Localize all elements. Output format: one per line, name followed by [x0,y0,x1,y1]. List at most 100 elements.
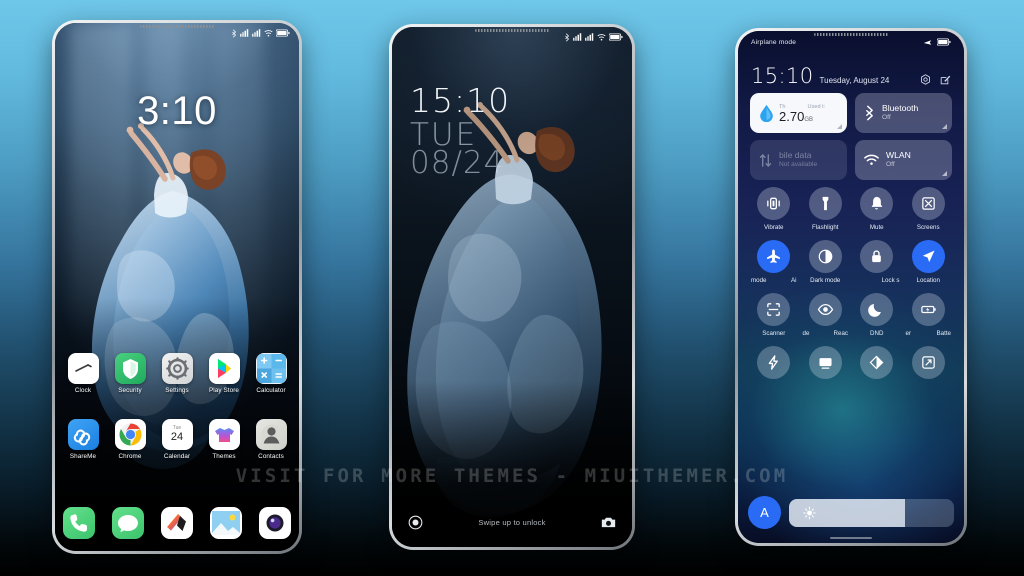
airplane-icon [923,39,932,45]
toggle-label-part-1: de [802,330,810,337]
calendar-icon: Tue 24 [161,419,193,450]
toggle-label-reading: de Reac [800,330,852,337]
toggle-label: Mute [869,224,884,231]
shareme-icon [67,419,99,450]
brightness-slider[interactable] [789,498,954,527]
cc-card-mobile-data[interactable]: bile data Not available [750,140,847,180]
themes-icon [208,419,240,450]
toggle-label-lock: Lock s [851,277,903,284]
toggle-battery-saver[interactable]: er Batte [903,293,955,337]
data-transfer-icon [759,153,772,167]
app-themes[interactable]: Themes [204,419,244,460]
half-tone-icon [860,346,894,379]
toggle-dark-mode[interactable]: Dark mode [800,240,852,284]
toggle-label-part-2: Reac [833,330,848,337]
camera-icon[interactable] [601,516,616,529]
contacts-icon [255,419,287,450]
cc-cards: Th Used t: 2.70GB Bluetooth Off bile dat… [750,93,952,180]
phone-home-screen: 3:10 Clock Security Settings Play Store … [52,20,302,554]
bluetooth-icon [232,28,236,38]
calculator-icon [255,353,287,384]
cc-card-title: bile data [779,150,812,161]
lock-date: 08/24 [410,145,505,181]
app-chrome[interactable]: Chrome [110,419,150,460]
expand-icon [911,346,945,379]
app-security[interactable]: Security [110,353,150,394]
flashlight-icon [808,187,842,220]
app-grid-row-2: ShareMe Chrome Tue 24 Calendar Themes Co… [63,419,291,460]
app-contacts[interactable]: Contacts [251,419,291,460]
app-calendar[interactable]: Tue 24 Calendar [157,419,197,460]
cc-card-data-usage[interactable]: Th Used t: 2.70GB [750,93,847,133]
lock-icon [860,240,894,273]
signal-icon [252,29,261,37]
data-usage-small-right: Used t: [807,103,826,110]
app-settings[interactable]: Settings [157,353,197,394]
app-calculator[interactable]: Calculator [251,353,291,394]
toggle-quick-action-cast[interactable] [800,346,852,383]
app-shareme[interactable]: ShareMe [63,419,103,460]
toggle-quick-action-halftone[interactable] [851,346,903,383]
phone-icon[interactable] [63,507,95,539]
notes-icon[interactable] [161,507,193,539]
toggle-quick-action-expand[interactable] [903,346,955,383]
toggle-mute[interactable]: Mute [851,187,903,231]
app-label: Settings [165,387,189,394]
lightning-icon [757,346,791,379]
shield-icon [114,353,146,384]
app-label: Calendar [163,453,191,460]
bluetooth-icon [565,32,569,42]
screenshot-icon [911,187,945,220]
app-clock[interactable]: Clock [63,353,103,394]
app-label: Contacts [258,453,284,460]
signal-icon [573,33,582,41]
toggle-lock-screen[interactable]: Lock s [851,240,903,284]
toggle-label-part-2: Ai [790,277,797,284]
cc-card-bluetooth[interactable]: Bluetooth Off [855,93,952,133]
gallery-icon[interactable] [210,507,242,539]
messages-icon[interactable] [112,507,144,539]
expand-corner-icon[interactable] [942,124,947,129]
app-label: Calculator [256,387,286,394]
cc-time: 15:10 [751,64,814,88]
app-label: Themes [212,453,236,460]
toggle-vibrate[interactable]: Vibrate [748,187,800,231]
settings-gear-icon[interactable] [920,74,931,85]
home-clock: 3:10 [137,89,217,133]
toggle-scanner[interactable]: Scanner [748,293,800,337]
edit-icon[interactable] [940,74,951,85]
water-drop-icon [760,104,773,122]
toggle-location[interactable]: Location [903,240,955,284]
signal-icon [585,33,594,41]
camera-icon[interactable] [259,507,291,539]
home-indicator[interactable] [830,536,872,539]
battery-saver-icon [911,293,945,326]
toggle-label-battery: er Batte [903,330,955,337]
toggle-flashlight[interactable]: Flashlight [800,187,852,231]
app-play-store[interactable]: Play Store [204,353,244,394]
phone-lock-screen: 15:10 TUE 08/24 Swipe up to unlock [389,24,635,550]
phone-cc-display: Airplane mode 15:10 Tuesday, August 24 T… [738,31,964,543]
expand-corner-icon[interactable] [837,124,842,129]
toggle-label-part-2: Batte [936,330,951,337]
record-circle-icon[interactable] [408,515,423,530]
app-label: Clock [74,387,92,394]
toggle-label-part-1: mode [751,277,767,284]
phone-control-center: Airplane mode 15:10 Tuesday, August 24 T… [735,28,967,546]
toggle-reading-mode[interactable]: de Reac [800,293,852,337]
data-usage-unit: GB [804,116,813,123]
cc-card-wlan[interactable]: WLAN Off [855,140,952,180]
toggle-quick-action-lightning[interactable] [748,346,800,383]
expand-corner-icon[interactable] [942,171,947,176]
auto-brightness-button[interactable]: A [748,496,781,529]
cc-header-icons [920,74,951,85]
toggle-airplane-mode[interactable]: mode Ai [748,240,800,284]
battery-icon [937,38,951,46]
app-label: Chrome [118,453,142,460]
play-store-icon [208,353,240,384]
app-label: Play Store [208,387,240,394]
earpiece-grille-icon [475,29,549,32]
toggle-label: Screens [916,224,940,231]
toggle-dnd[interactable]: DND [851,293,903,337]
toggle-screenshot[interactable]: Screens [903,187,955,231]
